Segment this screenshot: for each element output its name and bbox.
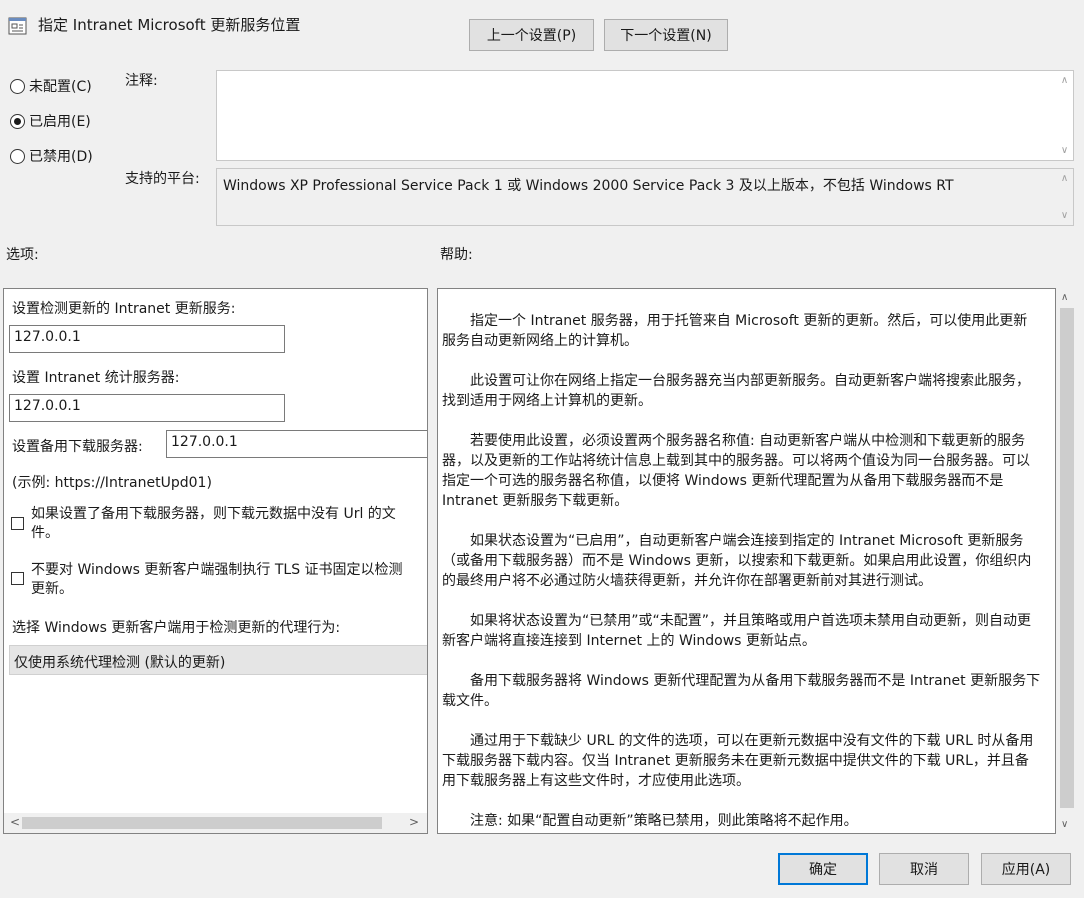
scroll-up-icon[interactable]: ∧ — [1061, 292, 1068, 303]
scroll-left-icon[interactable]: < — [10, 815, 20, 829]
scroll-down-icon[interactable]: ∨ — [1061, 819, 1068, 830]
help-paragraph: 通过用于下载缺少 URL 的文件的选项，可以在更新元数据中没有文件的下载 URL… — [442, 733, 1034, 789]
scroll-down-icon[interactable]: ∨ — [1061, 145, 1068, 156]
example-text: (示例: https://IntranetUpd01) — [12, 475, 212, 491]
next-setting-button[interactable]: 下一个设置(N) — [604, 19, 728, 51]
comment-textarea[interactable]: ∧ ∨ — [216, 70, 1074, 161]
platform-label: 支持的平台: — [125, 171, 200, 187]
help-paragraph: 如果状态设置为“已启用”，自动更新客户端会连接到指定的 Intranet Mic… — [442, 533, 1032, 589]
checkbox2-label-line1: 不要对 Windows 更新客户端强制执行 TLS 证书固定以检测 — [31, 562, 403, 578]
download-missing-url-checkbox[interactable] — [11, 517, 24, 530]
apply-button[interactable]: 应用(A) — [981, 853, 1071, 885]
checkbox1-label-line1: 如果设置了备用下载服务器，则下载元数据中没有 Url 的文 — [31, 506, 396, 522]
radio-not-configured-label: 未配置(C) — [29, 79, 92, 95]
help-title: 帮助: — [440, 247, 473, 263]
detect-server-label: 设置检测更新的 Intranet 更新服务: — [12, 301, 236, 317]
policy-setting-icon — [8, 16, 28, 36]
ok-button[interactable]: 确定 — [778, 853, 868, 885]
radio-circle — [10, 78, 25, 94]
options-title: 选项: — [6, 247, 39, 263]
help-vertical-scrollbar[interactable]: ∧ ∨ — [1058, 288, 1076, 834]
radio-disabled[interactable]: 已禁用(D) — [10, 146, 93, 166]
help-paragraph: 备用下载服务器将 Windows 更新代理配置为从备用下载服务器而不是 Intr… — [442, 673, 1041, 709]
scroll-down-icon[interactable]: ∨ — [1061, 210, 1068, 221]
stats-server-label: 设置 Intranet 统计服务器: — [12, 370, 180, 386]
radio-circle — [10, 148, 25, 164]
comment-label: 注释: — [125, 73, 158, 89]
scrollbar-thumb[interactable] — [1060, 308, 1074, 808]
proxy-behavior-value: 仅使用系统代理检测 (默认的更新) — [14, 655, 226, 671]
alt-download-server-label: 设置备用下载服务器: — [12, 439, 143, 455]
platform-scrollbar[interactable]: ∧ ∨ — [1056, 169, 1073, 225]
platform-value: Windows XP Professional Service Pack 1 或… — [223, 178, 954, 194]
radio-not-configured[interactable]: 未配置(C) — [10, 76, 92, 96]
scroll-up-icon[interactable]: ∧ — [1061, 173, 1068, 184]
help-paragraph: 如果将状态设置为“已禁用”或“未配置”，并且策略或用户首选项未禁用自动更新，则自… — [442, 613, 1032, 649]
platform-box: Windows XP Professional Service Pack 1 或… — [216, 168, 1074, 226]
checkbox1-label-line2: 件。 — [31, 525, 59, 541]
alt-download-server-input[interactable]: 127.0.0.1 — [166, 430, 427, 458]
cancel-button[interactable]: 取消 — [879, 853, 969, 885]
help-paragraph: 此设置可让你在网络上指定一台服务器充当内部更新服务。自动更新客户端将搜索此服务，… — [442, 373, 1030, 409]
radio-disabled-label: 已禁用(D) — [29, 149, 93, 165]
tls-pinning-checkbox[interactable] — [11, 572, 24, 585]
scroll-up-icon[interactable]: ∧ — [1061, 75, 1068, 86]
previous-setting-button[interactable]: 上一个设置(P) — [469, 19, 594, 51]
proxy-behavior-label: 选择 Windows 更新客户端用于检测更新的代理行为: — [12, 620, 341, 636]
detect-server-input[interactable]: 127.0.0.1 — [9, 325, 285, 353]
options-horizontal-scrollbar[interactable]: < > — [4, 813, 427, 833]
help-paragraph: 若要使用此设置，必须设置两个服务器名称值: 自动更新客户端从中检测和下载更新的服… — [442, 433, 1030, 509]
help-paragraph: 注意: 如果“配置自动更新”策略已禁用，则此策略将不起作用。 — [470, 813, 858, 829]
checkbox2-label-line2: 更新。 — [31, 581, 73, 597]
radio-enabled[interactable]: 已启用(E) — [10, 111, 91, 131]
radio-enabled-label: 已启用(E) — [29, 114, 91, 130]
dialog-title: 指定 Intranet Microsoft 更新服务位置 — [38, 16, 301, 34]
help-panel: 指定一个 Intranet 服务器，用于托管来自 Microsoft 更新的更新… — [437, 288, 1056, 834]
help-paragraph: 指定一个 Intranet 服务器，用于托管来自 Microsoft 更新的更新… — [442, 313, 1028, 349]
options-panel: 设置检测更新的 Intranet 更新服务: 127.0.0.1 设置 Intr… — [3, 288, 428, 834]
radio-circle-selected — [10, 113, 25, 129]
stats-server-input[interactable]: 127.0.0.1 — [9, 394, 285, 422]
proxy-behavior-dropdown[interactable]: 仅使用系统代理检测 (默认的更新) — [9, 645, 427, 675]
comment-scrollbar[interactable]: ∧ ∨ — [1056, 71, 1073, 160]
scroll-right-icon[interactable]: > — [409, 815, 419, 829]
scrollbar-thumb[interactable] — [22, 817, 382, 829]
